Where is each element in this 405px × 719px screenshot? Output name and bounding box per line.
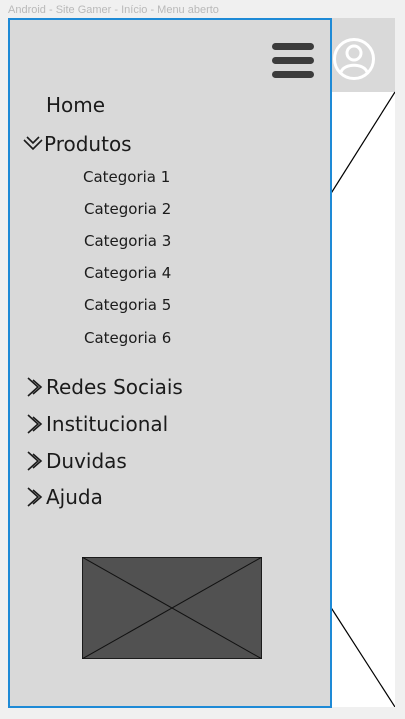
submenu-item-categoria-3[interactable]: Categoria 3 [84,232,171,250]
submenu-item-categoria-6[interactable]: Categoria 6 [84,329,171,347]
submenu-item-categoria-1[interactable]: Categoria 1 [83,168,170,186]
chevron-down-icon [23,136,43,151]
chevron-right-icon [27,451,43,471]
menu-item-label: Institucional [46,412,169,436]
chevron-right-icon [27,487,43,507]
menu-item-ajuda[interactable]: Ajuda [24,485,103,509]
submenu-item-categoria-5[interactable]: Categoria 5 [84,296,171,314]
frame-title: Android - Site Gamer - Início - Menu abe… [8,4,219,16]
menu-item-label: Ajuda [46,485,103,509]
menu-item-label: Duvidas [46,449,127,473]
hamburger-icon[interactable] [272,43,314,79]
menu-item-home[interactable]: Home [46,93,105,117]
submenu-item-label: Categoria 4 [84,264,172,282]
submenu-item-categoria-4[interactable]: Categoria 4 [84,264,171,282]
image-placeholder [82,557,262,659]
chevron-right-icon [27,414,43,434]
menu-item-label: Redes Sociais [46,375,183,399]
menu-item-institucional[interactable]: Institucional [24,412,168,436]
side-menu-drawer: Home Produtos Categoria 1 Categoria 2 Ca… [8,18,332,708]
chevron-right-icon [27,377,43,397]
submenu-item-label: Categoria 2 [84,200,172,218]
menu-item-label: Home [46,93,106,117]
menu-item-duvidas[interactable]: Duvidas [24,449,127,473]
submenu-item-label: Categoria 1 [83,168,171,186]
submenu-item-categoria-2[interactable]: Categoria 2 [84,200,171,218]
menu-item-label: Produtos [44,132,132,156]
submenu-item-label: Categoria 5 [84,296,172,314]
submenu-item-label: Categoria 3 [84,232,172,250]
submenu-item-label: Categoria 6 [84,329,172,347]
menu-item-redes-sociais[interactable]: Redes Sociais [24,375,183,399]
menu-item-produtos[interactable]: Produtos [22,132,132,156]
